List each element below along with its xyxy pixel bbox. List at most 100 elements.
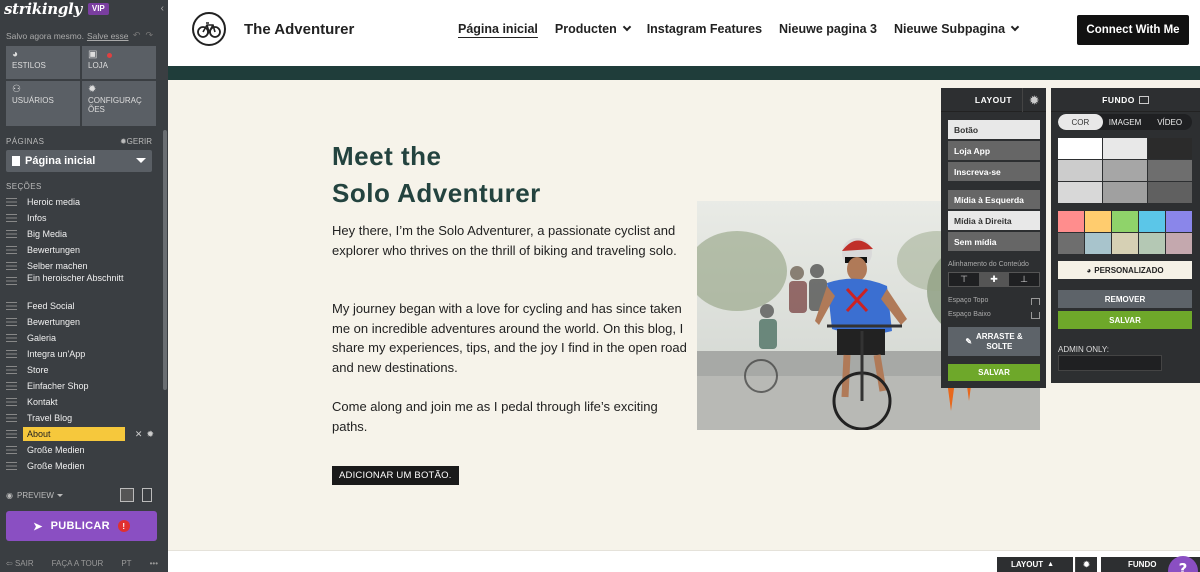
section-item[interactable]: Große Medien [6, 458, 156, 474]
section-item[interactable]: Galeria [6, 330, 156, 346]
more-icon[interactable]: ••• [150, 559, 158, 568]
undo-redo-icons[interactable]: ↶↷ [133, 30, 158, 41]
section-item[interactable]: Store [6, 362, 156, 378]
strikingly-logo[interactable]: strikingly [4, 0, 82, 18]
gear-icon[interactable]: ✹ [1022, 88, 1046, 112]
sidebar-scrollbar[interactable] [163, 130, 167, 390]
save-version-link[interactable]: Salve esse [87, 31, 129, 41]
align-center-icon[interactable]: ✚ [979, 273, 1009, 286]
color-swatch[interactable] [1058, 160, 1102, 181]
drag-handle-icon[interactable] [6, 446, 17, 454]
delete-section-icon[interactable]: ✕ [135, 429, 143, 439]
tour-link[interactable]: FAÇA A TOUR [52, 559, 104, 568]
color-swatch[interactable] [1103, 182, 1147, 203]
drag-handle-icon[interactable] [6, 366, 17, 374]
section-item[interactable]: About ✕ ✹ [6, 426, 156, 442]
section-item[interactable]: Bewertungen [6, 242, 156, 258]
tile-shop[interactable]: ▣ LOJA [82, 46, 156, 79]
publish-button[interactable]: ➤ PUBLICAR ! [6, 511, 157, 541]
nav-subpage[interactable]: Nieuwe Subpagina [894, 22, 1020, 36]
admin-only-field[interactable] [1058, 355, 1162, 371]
drag-handle-icon[interactable] [6, 334, 17, 342]
drag-handle-icon[interactable] [6, 214, 17, 222]
drag-handle-icon[interactable] [6, 302, 17, 310]
connect-button[interactable]: Connect With Me [1077, 15, 1189, 45]
layout-media-left[interactable]: Mídia à Esquerda [948, 190, 1040, 209]
color-swatch[interactable] [1058, 211, 1084, 232]
color-swatch[interactable] [1112, 233, 1138, 254]
layout-option-signup[interactable]: Inscreva-se [948, 162, 1040, 181]
tab-color[interactable]: COR [1058, 114, 1103, 130]
layout-option-app[interactable]: Loja App [948, 141, 1040, 160]
layout-option-button[interactable]: Botão [948, 120, 1040, 139]
layout-tab-next[interactable]: LAYOUT ▲ [997, 557, 1073, 572]
layout-no-media[interactable]: Sem mídia [948, 232, 1040, 251]
nav-instagram[interactable]: Instagram Features [647, 22, 762, 36]
drag-handle-icon[interactable] [6, 262, 17, 270]
section-title[interactable]: Meet the Solo Adventurer [332, 138, 541, 212]
section-item[interactable]: Infos [6, 210, 156, 226]
drag-handle-icon[interactable] [6, 246, 17, 254]
color-swatch[interactable] [1103, 160, 1147, 181]
paragraph-1[interactable]: Hey there, I’m the Solo Adventurer, a pa… [332, 221, 692, 260]
drag-handle-icon[interactable] [6, 430, 17, 438]
section-item[interactable]: Heroic media [6, 194, 156, 210]
drag-handle-icon[interactable] [6, 198, 17, 206]
section-item[interactable]: Einfacher Shop [6, 378, 156, 394]
color-swatch[interactable] [1085, 233, 1111, 254]
color-swatch[interactable] [1085, 211, 1111, 232]
manage-pages-button[interactable]: ✹GERIR [120, 137, 152, 146]
color-swatch[interactable] [1058, 182, 1102, 203]
site-brand[interactable]: The Adventurer [244, 21, 354, 38]
color-swatch[interactable] [1103, 138, 1147, 159]
section-item[interactable]: Ein heroischer Abschnitt [6, 274, 156, 298]
paragraph-3[interactable]: Come along and join me as I pedal throug… [332, 397, 692, 436]
color-swatch[interactable] [1058, 138, 1102, 159]
color-swatch[interactable] [1148, 138, 1192, 159]
space-bottom-toggle-icon[interactable] [1031, 312, 1040, 319]
nav-home[interactable]: Página inicial [458, 22, 538, 36]
align-bottom-icon[interactable]: ⊥ [1009, 273, 1039, 286]
color-swatch[interactable] [1148, 182, 1192, 203]
page-selector[interactable]: Página inicial [6, 150, 152, 172]
tile-styles[interactable]: ◕ ESTILOS [6, 46, 80, 79]
add-button-placeholder[interactable]: ADICIONAR UM BOTÃO. [332, 466, 459, 485]
tile-settings[interactable]: ✹ CONFIGURAÇ ÕES [82, 81, 156, 126]
color-swatch[interactable] [1166, 211, 1192, 232]
desktop-view-icon[interactable] [120, 488, 134, 502]
drag-drop-button[interactable]: ✎ ARRASTE & SOLTE [948, 327, 1040, 356]
paragraph-2[interactable]: My journey began with a love for cycling… [332, 299, 692, 377]
color-swatch[interactable] [1058, 233, 1084, 254]
mobile-view-icon[interactable] [142, 488, 152, 502]
color-swatch[interactable] [1139, 211, 1165, 232]
tab-image[interactable]: IMAGEM [1103, 114, 1148, 130]
layout-save-button[interactable]: SALVAR [948, 364, 1040, 381]
section-settings-icon[interactable]: ✹ [146, 429, 154, 439]
drag-handle-icon[interactable] [6, 382, 17, 390]
bicycle-logo-icon[interactable] [192, 12, 226, 46]
collapse-sidebar-icon[interactable]: ‹ [161, 3, 164, 14]
custom-color-button[interactable]: ◕ PERSONALIZADO [1058, 261, 1192, 279]
drag-handle-icon[interactable] [6, 414, 17, 422]
section-item[interactable]: Feed Social [6, 298, 156, 314]
nav-page3[interactable]: Nieuwe pagina 3 [779, 22, 877, 36]
section-item[interactable]: Travel Blog [6, 410, 156, 426]
space-top-toggle-icon[interactable] [1031, 298, 1040, 305]
color-swatch[interactable] [1112, 211, 1138, 232]
nav-products[interactable]: Producten [555, 22, 631, 36]
align-top-icon[interactable]: ⊤ [949, 273, 979, 286]
section-item[interactable]: Bewertungen [6, 314, 156, 330]
language-switch[interactable]: PT [121, 559, 131, 568]
drag-handle-icon[interactable] [6, 318, 17, 326]
drag-handle-icon[interactable] [6, 277, 17, 285]
section-item[interactable]: Integra un'App [6, 346, 156, 362]
section-item[interactable]: Selber machen [6, 258, 156, 274]
color-swatch[interactable] [1148, 160, 1192, 181]
section-item[interactable]: Big Media [6, 226, 156, 242]
tab-video[interactable]: VÍDEO [1147, 114, 1192, 130]
drag-handle-icon[interactable] [6, 462, 17, 470]
remove-background-button[interactable]: REMOVER [1058, 290, 1192, 308]
section-item[interactable]: Kontakt [6, 394, 156, 410]
background-save-button[interactable]: SALVAR [1058, 311, 1192, 329]
gear-icon[interactable]: ✹ [1075, 557, 1097, 572]
